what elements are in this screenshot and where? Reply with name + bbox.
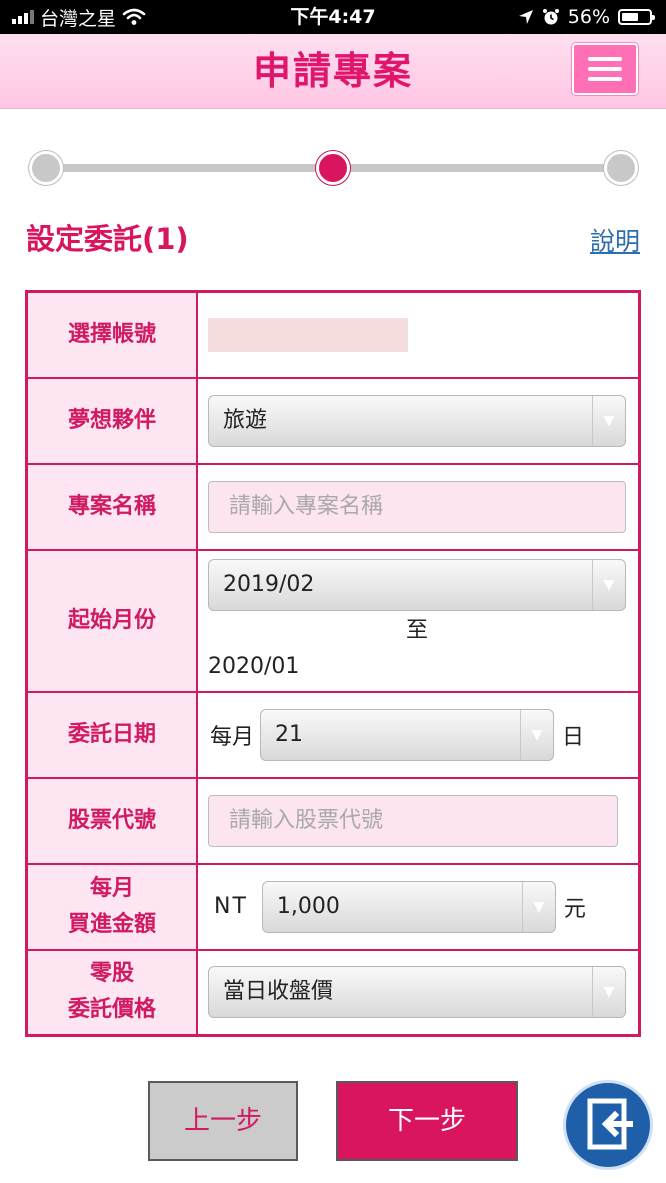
- dream-partner-select[interactable]: 旅遊 ▼: [208, 394, 626, 447]
- chevron-down-icon: ▼: [592, 395, 625, 446]
- amount-unit-suffix: 元: [563, 896, 586, 922]
- exit-icon: [587, 1098, 633, 1150]
- monthly-amount-label-line2: 買進金額: [67, 911, 156, 937]
- currency-prefix: NT: [214, 894, 248, 919]
- odd-lot-label-line2: 委託價格: [67, 997, 156, 1023]
- odd-lot-price-value: 當日收盤價: [223, 979, 334, 1005]
- stock-code-label: 股票代號: [25, 776, 198, 865]
- dream-partner-value: 旅遊: [223, 407, 268, 433]
- range-to-label: 至: [405, 617, 428, 643]
- start-month-select[interactable]: 2019/02 ▼: [208, 558, 626, 611]
- chevron-down-icon: ▼: [520, 709, 553, 760]
- battery-percent: 56%: [567, 6, 610, 28]
- monthly-amount-value: 1,000: [276, 893, 340, 919]
- step-1-indicator: [29, 151, 63, 185]
- monthly-amount-label-line1: 每月: [89, 875, 134, 901]
- order-date-label: 委託日期: [25, 690, 198, 779]
- section-title: 設定委託(1): [26, 222, 189, 256]
- end-month-value: 2020/01: [208, 653, 300, 679]
- account-value-masked[interactable]: [208, 317, 408, 352]
- logout-button[interactable]: [563, 1080, 653, 1170]
- order-date-suffix: 日: [562, 724, 585, 750]
- step-2-indicator: [316, 151, 350, 185]
- prev-step-button[interactable]: 上一步: [148, 1081, 298, 1161]
- order-date-value: 21: [275, 721, 304, 747]
- hamburger-icon: [588, 57, 622, 61]
- order-form: 選擇帳號 夢想夥伴 旅遊 ▼ 專案名稱 請輸入專案名稱 起始月份 2019/02…: [25, 290, 641, 1037]
- chevron-down-icon: ▼: [592, 559, 625, 610]
- start-month-value: 2019/02: [223, 571, 315, 597]
- hamburger-menu-button[interactable]: [572, 43, 638, 95]
- step-3-indicator: [604, 151, 638, 185]
- chevron-down-icon: ▼: [592, 967, 625, 1018]
- status-bar: 台灣之星 下午4:47 56%: [0, 0, 666, 34]
- battery-icon: [618, 9, 655, 25]
- next-step-button[interactable]: 下一步: [336, 1081, 518, 1161]
- alarm-icon: [542, 9, 559, 25]
- help-link[interactable]: 說明: [590, 222, 640, 258]
- project-name-input[interactable]: 請輸入專案名稱: [208, 480, 626, 533]
- order-date-select[interactable]: 21 ▼: [260, 708, 555, 761]
- dream-partner-label: 夢想夥伴: [25, 376, 198, 465]
- monthly-amount-select[interactable]: 1,000 ▼: [261, 880, 556, 933]
- order-date-prefix: 每月: [210, 724, 255, 750]
- page-title: 申請專案: [252, 49, 413, 93]
- stock-code-input[interactable]: 請輸入股票代號: [208, 794, 618, 847]
- app-header: 申請專案: [0, 34, 666, 109]
- chevron-down-icon: ▼: [521, 881, 555, 932]
- start-month-label: 起始月份: [25, 548, 198, 693]
- location-arrow-icon: [518, 10, 533, 24]
- odd-lot-price-select[interactable]: 當日收盤價 ▼: [208, 966, 626, 1019]
- project-name-label: 專案名稱: [25, 462, 198, 551]
- account-label: 選擇帳號: [25, 290, 198, 379]
- odd-lot-label-line1: 零股: [89, 961, 134, 987]
